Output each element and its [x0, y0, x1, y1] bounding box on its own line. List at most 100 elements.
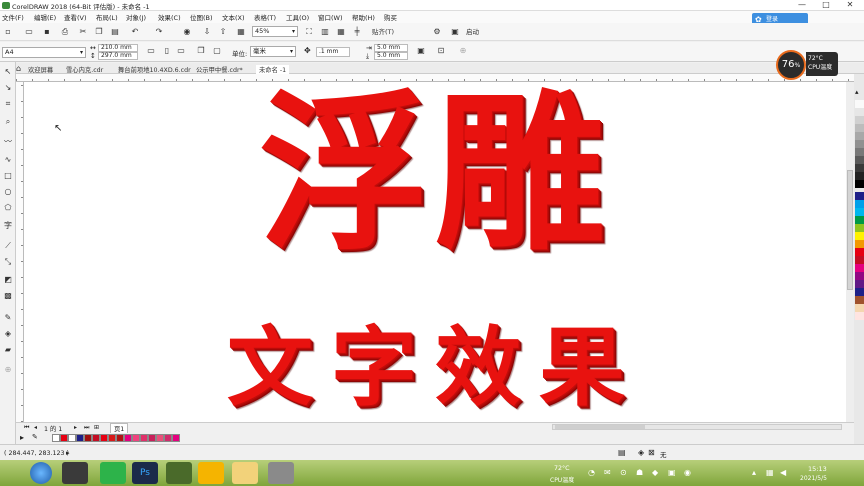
menu-window[interactable]: 窗口(W) — [318, 12, 343, 22]
swatch-magenta[interactable] — [855, 264, 864, 272]
zoom-tool-icon[interactable]: ⌕ — [2, 116, 14, 128]
save-icon[interactable]: ▪ — [42, 27, 52, 37]
swatch-purple[interactable] — [855, 272, 864, 280]
add-page-icon[interactable]: ⊕ — [458, 46, 468, 56]
doc-swatch-cerise[interactable] — [164, 434, 172, 442]
ellipse-tool-icon[interactable]: ○ — [2, 186, 14, 198]
swatch-yellow[interactable] — [855, 232, 864, 240]
prev-page-icon[interactable]: ◂ — [34, 424, 37, 431]
tray-icon-7[interactable]: ◉ — [684, 468, 691, 477]
swatch-gray-30[interactable] — [855, 124, 864, 132]
swatch-gray-80[interactable] — [855, 164, 864, 172]
maximize-button[interactable]: □ — [814, 0, 838, 10]
last-page-icon[interactable]: ⏭ — [84, 424, 89, 432]
tray-show-hidden-icon[interactable]: ▴ — [752, 468, 756, 477]
tray-network-icon[interactable]: ▦ — [766, 468, 774, 477]
swatch-gray-10[interactable] — [855, 108, 864, 116]
options-gear-icon[interactable]: ⚙ — [432, 27, 442, 37]
swatch-gray-60[interactable] — [855, 148, 864, 156]
eyedropper-icon[interactable]: ✎ — [2, 312, 14, 324]
grid-icon[interactable]: ▦ — [336, 27, 346, 37]
landscape-icon[interactable]: ▭ — [176, 46, 186, 56]
start-button[interactable] — [30, 462, 52, 484]
tab-untitled-1[interactable]: 未命名 -1 — [256, 65, 290, 74]
swatch-gray-20[interactable] — [855, 116, 864, 124]
polygon-tool-icon[interactable]: ⬠ — [2, 202, 14, 214]
print-icon[interactable]: ⎙ — [60, 27, 70, 37]
swatch-cyan[interactable] — [855, 200, 864, 208]
swatch-sky[interactable] — [855, 208, 864, 216]
tray-volume-icon[interactable]: ◀ — [780, 468, 786, 477]
swatch-orange[interactable] — [855, 240, 864, 248]
horizontal-scrollbar[interactable] — [552, 424, 842, 430]
tray-date[interactable]: 2021/5/5 — [800, 475, 827, 482]
doc-swatch-pink[interactable] — [132, 434, 140, 442]
cut-icon[interactable]: ✂ — [78, 27, 88, 37]
doc-swatch-red[interactable] — [60, 434, 68, 442]
embossed-subtitle-text[interactable]: 文字效果 — [24, 318, 846, 418]
taskbar-app-icon[interactable] — [166, 462, 192, 484]
parallel-dimension-icon[interactable]: ⟋ — [2, 240, 14, 252]
vertical-scroll-thumb[interactable] — [847, 170, 853, 290]
crop-tool-icon[interactable]: ⌗ — [2, 98, 14, 110]
freehand-tool-icon[interactable]: 〰 — [2, 136, 14, 148]
interactive-fill-icon[interactable]: ◈ — [2, 328, 14, 340]
search-content-icon[interactable]: ◉ — [182, 27, 192, 37]
swatch-navy[interactable] — [855, 192, 864, 200]
units-select[interactable]: 毫米 — [250, 46, 296, 57]
duplicate-x-field[interactable]: 5.0 mm — [374, 44, 408, 52]
doc-swatch-magenta-2[interactable] — [172, 434, 180, 442]
doc-swatch-rose[interactable] — [140, 434, 148, 442]
doc-swatch-red-4[interactable] — [116, 434, 124, 442]
doc-swatch-maroon[interactable] — [84, 434, 92, 442]
swatch-gray-90[interactable] — [855, 172, 864, 180]
horizontal-ruler[interactable] — [16, 74, 854, 82]
swatch-blue[interactable] — [855, 288, 864, 296]
eyedropper-small-icon[interactable]: ✎ — [32, 433, 38, 441]
menu-bitmaps[interactable]: 位图(B) — [190, 12, 213, 22]
swatch-red[interactable] — [855, 248, 864, 256]
page-settings-icon[interactable]: ⊡ — [436, 46, 446, 56]
swatch-gray-50[interactable] — [855, 140, 864, 148]
menu-text[interactable]: 文本(X) — [222, 12, 245, 22]
copy-icon[interactable]: ❐ — [94, 27, 104, 37]
page-height-field[interactable]: 297.0 mm — [98, 52, 138, 60]
menu-file[interactable]: 文件(F) — [2, 12, 24, 22]
doc-palette-menu-icon[interactable]: ▸ — [20, 433, 24, 442]
tray-icon-5[interactable]: ◆ — [652, 468, 658, 477]
edit-page-icon[interactable]: ▣ — [416, 46, 426, 56]
swatch-gray-40[interactable] — [855, 132, 864, 140]
tab-doc-3[interactable]: 公示甲中餐.cdr* — [196, 65, 243, 74]
doc-swatch-red-2[interactable] — [100, 434, 108, 442]
menu-effects[interactable]: 效果(C) — [158, 12, 181, 22]
nudge-distance-field[interactable]: .1 mm — [316, 47, 350, 57]
doc-swatch-raspberry[interactable] — [148, 434, 156, 442]
open-folder-icon[interactable]: ▭ — [24, 27, 34, 37]
swatch-gray-70[interactable] — [855, 156, 864, 164]
smart-fill-icon[interactable]: ▰ — [2, 344, 14, 356]
publish-pdf-icon[interactable]: ▦ — [236, 27, 246, 37]
swatch-white[interactable] — [855, 100, 864, 108]
menu-tools[interactable]: 工具(O) — [286, 12, 309, 22]
doc-swatch-crimson[interactable] — [92, 434, 100, 442]
artistic-media-icon[interactable]: ∿ — [2, 154, 14, 166]
minimize-button[interactable]: — — [790, 0, 814, 10]
taskbar-coreldraw-icon[interactable] — [62, 462, 88, 484]
menu-layout[interactable]: 布局(L) — [96, 12, 118, 22]
swatch-pink[interactable] — [855, 312, 864, 320]
duplicate-y-field[interactable]: 5.0 mm — [374, 52, 408, 60]
new-document-icon[interactable]: ▫ — [3, 27, 13, 37]
undo-icon[interactable]: ↶ — [130, 27, 140, 37]
menu-buy[interactable]: 购买 — [384, 12, 397, 22]
redo-icon[interactable]: ↷ — [154, 27, 164, 37]
pick-tool-icon[interactable]: ↖ — [2, 66, 14, 78]
status-expand-icon[interactable]: ▸ — [66, 449, 70, 457]
add-page-small-icon[interactable]: ⊞ — [94, 424, 99, 431]
tray-time[interactable]: 15:13 — [808, 465, 827, 473]
all-pages-icon[interactable]: ▭ — [146, 46, 156, 56]
launch-icon[interactable]: ▣ — [450, 27, 460, 37]
close-button[interactable]: ✕ — [838, 0, 862, 10]
taskbar-browser-icon[interactable] — [198, 462, 224, 484]
swatch-lime[interactable] — [855, 224, 864, 232]
doc-swatch-navy[interactable] — [76, 434, 84, 442]
